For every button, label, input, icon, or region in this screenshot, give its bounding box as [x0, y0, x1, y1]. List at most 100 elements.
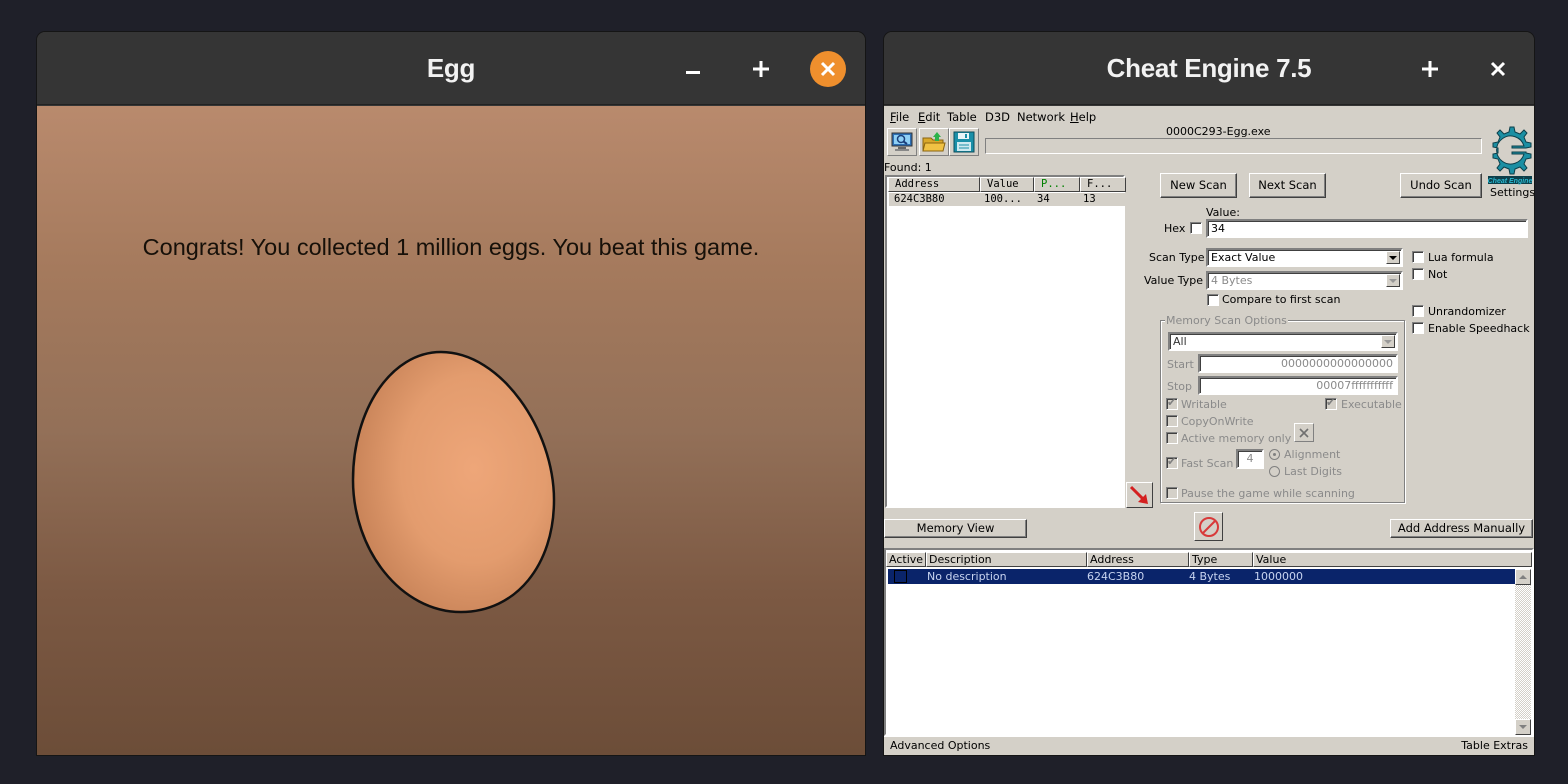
memory-scan-options-group: Memory Scan Options All Start 0000000000… [1160, 314, 1405, 503]
maximize-button[interactable] [743, 51, 779, 87]
menu-file[interactable]: File [890, 110, 909, 124]
hex-checkbox[interactable] [1190, 222, 1202, 234]
found-count: Found: 1 [884, 161, 932, 174]
unrandomizer-checkbox[interactable] [1412, 305, 1424, 317]
status-bar: Advanced Options Table Extras [884, 736, 1534, 755]
next-scan-button[interactable]: Next Scan [1249, 173, 1326, 198]
value-input[interactable]: 34 [1206, 219, 1528, 238]
add-selected-to-list-button[interactable] [1126, 482, 1153, 508]
menu-help[interactable]: Help [1070, 110, 1096, 124]
stop-address-input[interactable]: 00007fffffffffff [1198, 376, 1398, 395]
open-process-button[interactable] [887, 128, 917, 156]
menu-d3d[interactable]: D3D [985, 110, 1010, 124]
open-file-button[interactable] [919, 128, 949, 156]
game-canvas[interactable]: Congrats! You collected 1 million eggs. … [37, 106, 865, 755]
memory-region-select[interactable]: All [1168, 332, 1398, 351]
close-button[interactable] [810, 51, 846, 87]
unrandomizer-label: Unrandomizer [1428, 305, 1506, 318]
active-memory-label: Active memory only [1181, 432, 1292, 445]
new-scan-button[interactable]: New Scan [1160, 173, 1237, 198]
column-header-address[interactable]: Address [1087, 552, 1189, 567]
fast-scan-checkbox[interactable] [1166, 455, 1178, 469]
scan-type-label: Scan Type [1149, 251, 1205, 264]
lua-formula-checkbox[interactable] [1412, 251, 1424, 263]
x-icon [1299, 427, 1309, 438]
plus-icon [753, 61, 769, 77]
pause-game-checkbox[interactable] [1166, 487, 1178, 499]
not-checkbox[interactable] [1412, 268, 1424, 280]
column-header-first[interactable]: F... [1080, 177, 1126, 192]
maximize-button[interactable] [1412, 51, 1448, 87]
floppy-disk-icon [953, 131, 975, 153]
copy-on-write-checkbox[interactable] [1166, 415, 1178, 427]
last-digits-radio[interactable] [1269, 466, 1280, 477]
congrats-message: Congrats! You collected 1 million eggs. … [142, 234, 760, 260]
egg-titlebar[interactable]: Egg [37, 32, 865, 105]
column-header-value[interactable]: Value [1253, 552, 1532, 567]
column-header-type[interactable]: Type [1189, 552, 1253, 567]
egg-clickable[interactable] [351, 350, 556, 614]
ce-titlebar[interactable]: Cheat Engine 7.5 [884, 32, 1534, 105]
stop-button[interactable] [1194, 512, 1223, 541]
address-table[interactable]: Active Description Address Type Value No… [884, 548, 1534, 736]
menu-edit[interactable]: Edit [918, 110, 940, 124]
value-type-value: 4 Bytes [1211, 274, 1253, 287]
settings-label: Settings [1490, 186, 1534, 199]
minimize-icon [686, 71, 700, 74]
no-entry-icon [1198, 516, 1219, 537]
plus-icon [1422, 61, 1438, 77]
result-address: 624C3B80 [894, 193, 945, 205]
advanced-options-button[interactable]: Advanced Options [890, 737, 990, 755]
egg-game-window: Egg Congrats! You collected 1 million eg… [37, 32, 865, 755]
egg-window-title: Egg [426, 53, 476, 83]
close-icon [1490, 61, 1506, 77]
scan-type-select[interactable]: Exact Value [1206, 248, 1403, 267]
red-arrow-icon [1129, 485, 1148, 504]
column-header-active[interactable]: Active [886, 552, 926, 567]
scan-result-row[interactable]: 624C3B80 100... 34 13 [889, 193, 1125, 206]
svg-text:Cheat Engine: Cheat Engine [1488, 178, 1533, 185]
cheat-engine-window: Cheat Engine 7.5 File Edit Table D3D Net… [884, 32, 1534, 755]
process-name: 0000C293-Egg.exe [1166, 125, 1271, 138]
close-button[interactable] [1480, 51, 1516, 87]
start-label: Start [1167, 358, 1194, 371]
menu-network[interactable]: Network [1017, 110, 1065, 124]
save-button[interactable] [949, 128, 979, 156]
executable-checkbox[interactable] [1325, 396, 1337, 410]
memory-view-button[interactable]: Memory View [884, 519, 1027, 538]
value-type-select[interactable]: 4 Bytes [1206, 271, 1403, 290]
entry-description: No description [927, 570, 1007, 583]
ce-main-panel: File Edit Table D3D Network Help 0000C29… [884, 106, 1534, 755]
scroll-down-button[interactable] [1515, 719, 1531, 735]
menu-table[interactable]: Table [947, 110, 977, 124]
speedhack-checkbox[interactable] [1412, 322, 1424, 334]
table-extras-button[interactable]: Table Extras [1461, 737, 1528, 755]
add-address-manually-button[interactable]: Add Address Manually [1390, 519, 1533, 538]
scan-results-list[interactable]: Address Value P... F... 624C3B80 100... … [885, 175, 1126, 508]
computer-search-icon [891, 132, 913, 151]
alignment-radio[interactable] [1269, 449, 1280, 460]
column-header-previous[interactable]: P... [1034, 177, 1080, 192]
active-memory-checkbox[interactable] [1166, 432, 1178, 444]
executable-label: Executable [1341, 398, 1402, 411]
entry-value: 1000000 [1254, 570, 1303, 583]
writable-checkbox[interactable] [1166, 396, 1178, 410]
settings-button[interactable]: Cheat Engine Settings [1486, 124, 1534, 199]
alignment-label: Alignment [1284, 448, 1341, 461]
clear-active-memory-button[interactable] [1294, 423, 1314, 442]
address-table-row[interactable]: No description 624C3B80 4 Bytes 1000000 [888, 569, 1518, 584]
hex-label: Hex [1164, 222, 1186, 235]
minimize-button[interactable] [675, 51, 711, 87]
fast-scan-alignment-input[interactable]: 4 [1236, 449, 1264, 469]
column-header-value[interactable]: Value [980, 177, 1034, 192]
value-label: Value: [1206, 206, 1240, 219]
active-checkbox[interactable] [894, 570, 907, 583]
start-address-input[interactable]: 0000000000000000 [1198, 354, 1398, 373]
column-header-address[interactable]: Address [888, 177, 980, 192]
address-table-scrollbar[interactable] [1515, 569, 1531, 735]
compare-first-checkbox[interactable] [1207, 294, 1219, 306]
undo-scan-button[interactable]: Undo Scan [1400, 173, 1482, 198]
memory-scan-options-title: Memory Scan Options [1165, 314, 1288, 327]
scroll-up-button[interactable] [1515, 569, 1531, 585]
column-header-description[interactable]: Description [926, 552, 1087, 567]
